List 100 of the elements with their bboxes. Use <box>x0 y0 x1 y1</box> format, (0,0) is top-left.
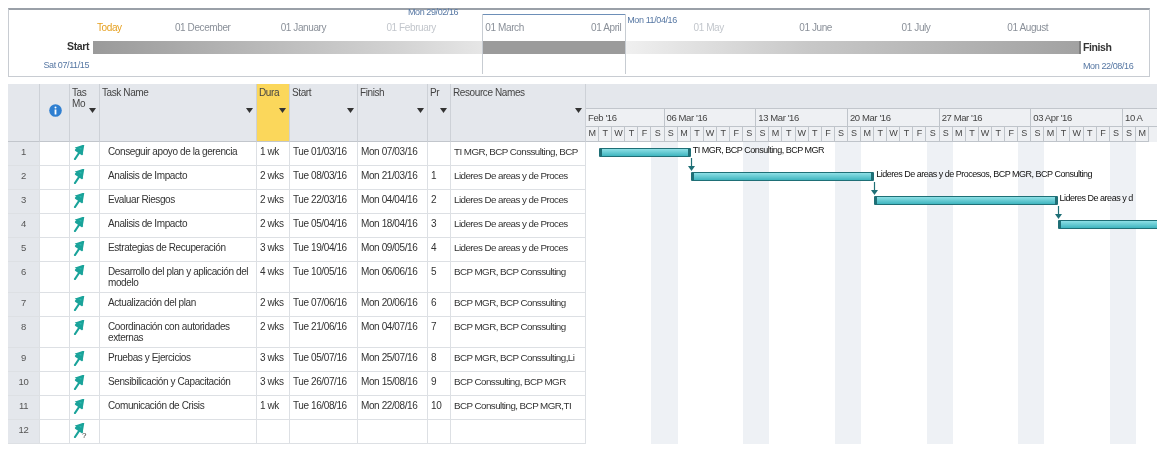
day-label: W <box>612 127 626 142</box>
duration-cell: 3 wks <box>257 238 290 262</box>
empty-cell <box>290 420 358 444</box>
dropdown-icon[interactable] <box>89 108 96 113</box>
row-number[interactable]: 6 <box>8 262 40 293</box>
task-bar[interactable] <box>599 148 691 157</box>
row-number[interactable]: 8 <box>8 317 40 348</box>
month-label: 01 July <box>901 22 931 33</box>
dropdown-icon[interactable] <box>246 108 253 113</box>
day-label: S <box>1109 127 1123 142</box>
row-number[interactable]: 3 <box>8 190 40 214</box>
dropdown-icon[interactable] <box>279 108 286 113</box>
task-bar[interactable] <box>874 196 1058 205</box>
column-header[interactable]: Dura <box>257 84 290 142</box>
column-header[interactable]: Tas Mo <box>70 84 100 142</box>
month-label: 01 December <box>174 22 231 33</box>
day-label: T <box>599 127 613 142</box>
day-label: T <box>1057 127 1071 142</box>
finish-date-cell: Mon 18/04/16 <box>358 214 428 238</box>
resource-names-cell: TI MGR, BCP Conssulting, BCP <box>451 142 586 166</box>
pin-icon <box>72 399 85 414</box>
column-header[interactable]: Task Name <box>100 84 257 142</box>
day-label: T <box>965 127 979 142</box>
empty-cell <box>358 420 428 444</box>
predecessor-cell: 7 <box>428 317 451 348</box>
day-label: T <box>690 127 704 142</box>
column-header[interactable]: Finish <box>358 84 428 142</box>
row-number[interactable]: 9 <box>8 348 40 372</box>
start-date-cell: Tue 16/08/16 <box>290 396 358 420</box>
resource-names-cell: BCP MGR, BCP Conssulting <box>451 262 586 293</box>
row-number[interactable]: 10 <box>8 372 40 396</box>
range-end-date: Mon 11/04/16 <box>627 15 677 25</box>
month-label: 01 February <box>386 22 436 33</box>
bar-label: TI MGR, BCP Consulting, BCP MGR <box>692 145 824 155</box>
predecessor-cell: 2 <box>428 190 451 214</box>
pin-icon <box>72 265 85 280</box>
duration-cell: 3 wks <box>257 372 290 396</box>
column-header-label: Resource Names <box>453 87 525 98</box>
start-date: Sat 07/11/15 <box>43 60 89 70</box>
duration-cell: 4 wks <box>257 262 290 293</box>
start-date-cell: Tue 21/06/16 <box>290 317 358 348</box>
resource-names-cell: Lideres De areas y de Proces <box>451 190 586 214</box>
duration-cell: 1 wk <box>257 142 290 166</box>
pin-icon <box>72 423 85 438</box>
day-label: S <box>743 127 757 142</box>
column-header[interactable]: Resource Names <box>451 84 586 142</box>
info-icon <box>49 104 62 117</box>
day-label: M <box>1044 127 1058 142</box>
predecessor-cell: 10 <box>428 396 451 420</box>
column-header-label: Start <box>292 87 312 98</box>
start-date-cell: Tue 10/05/16 <box>290 262 358 293</box>
day-label: S <box>1122 127 1136 142</box>
predecessor-cell: 3 <box>428 214 451 238</box>
duration-cell: 2 wks <box>257 293 290 317</box>
day-label: T <box>1083 127 1097 142</box>
column-header-label: Finish <box>360 87 385 98</box>
row-number[interactable]: 12 <box>8 420 40 444</box>
duration-cell: 2 wks <box>257 317 290 348</box>
start-date-cell: Tue 05/07/16 <box>290 348 358 372</box>
pin-icon <box>72 296 85 311</box>
day-label: T <box>900 127 914 142</box>
finish-date-cell: Mon 25/07/16 <box>358 348 428 372</box>
task-name-cell: Estrategias de Recuperación <box>100 238 257 262</box>
pin-icon <box>72 217 85 232</box>
day-label: T <box>874 127 888 142</box>
day-label: F <box>821 127 835 142</box>
start-date-cell: Tue 07/06/16 <box>290 293 358 317</box>
row-number[interactable]: 2 <box>8 166 40 190</box>
dependency-arrow <box>1054 206 1062 220</box>
task-name-cell: Coordinación con autoridades externas <box>100 317 257 348</box>
dropdown-icon[interactable] <box>440 108 447 113</box>
dropdown-icon[interactable] <box>575 108 582 113</box>
row-number[interactable]: 4 <box>8 214 40 238</box>
dropdown-icon[interactable] <box>417 108 424 113</box>
day-label: T <box>716 127 731 142</box>
day-label: W <box>1070 127 1084 142</box>
day-label: W <box>978 127 992 142</box>
column-header[interactable]: Start <box>290 84 358 142</box>
day-label: S <box>756 127 770 142</box>
column-header[interactable]: Pr <box>428 84 451 142</box>
task-name-cell: Sensibilicación y Capacitación <box>100 372 257 396</box>
row-number[interactable]: 1 <box>8 142 40 166</box>
day-label: S <box>664 127 678 142</box>
resource-names-cell: BCP Conssulting, BCP MGR <box>451 372 586 396</box>
duration-cell: 3 wks <box>257 348 290 372</box>
resource-names-cell: BCP MGR, BCP Conssulting,Li <box>451 348 586 372</box>
day-label: M <box>769 127 783 142</box>
task-bar[interactable] <box>690 172 875 181</box>
day-label: W <box>703 127 717 142</box>
row-number[interactable]: 7 <box>8 293 40 317</box>
predecessor-cell: 8 <box>428 348 451 372</box>
question-mark: ? <box>82 431 87 440</box>
predecessor-cell: 9 <box>428 372 451 396</box>
finish-label: Finish <box>1083 41 1112 53</box>
day-label: S <box>847 127 861 142</box>
row-number[interactable]: 5 <box>8 238 40 262</box>
dropdown-icon[interactable] <box>347 108 354 113</box>
resource-names-cell: Lideres De areas y de Proces <box>451 214 586 238</box>
row-number[interactable]: 11 <box>8 396 40 420</box>
finish-date-cell: Mon 15/08/16 <box>358 372 428 396</box>
